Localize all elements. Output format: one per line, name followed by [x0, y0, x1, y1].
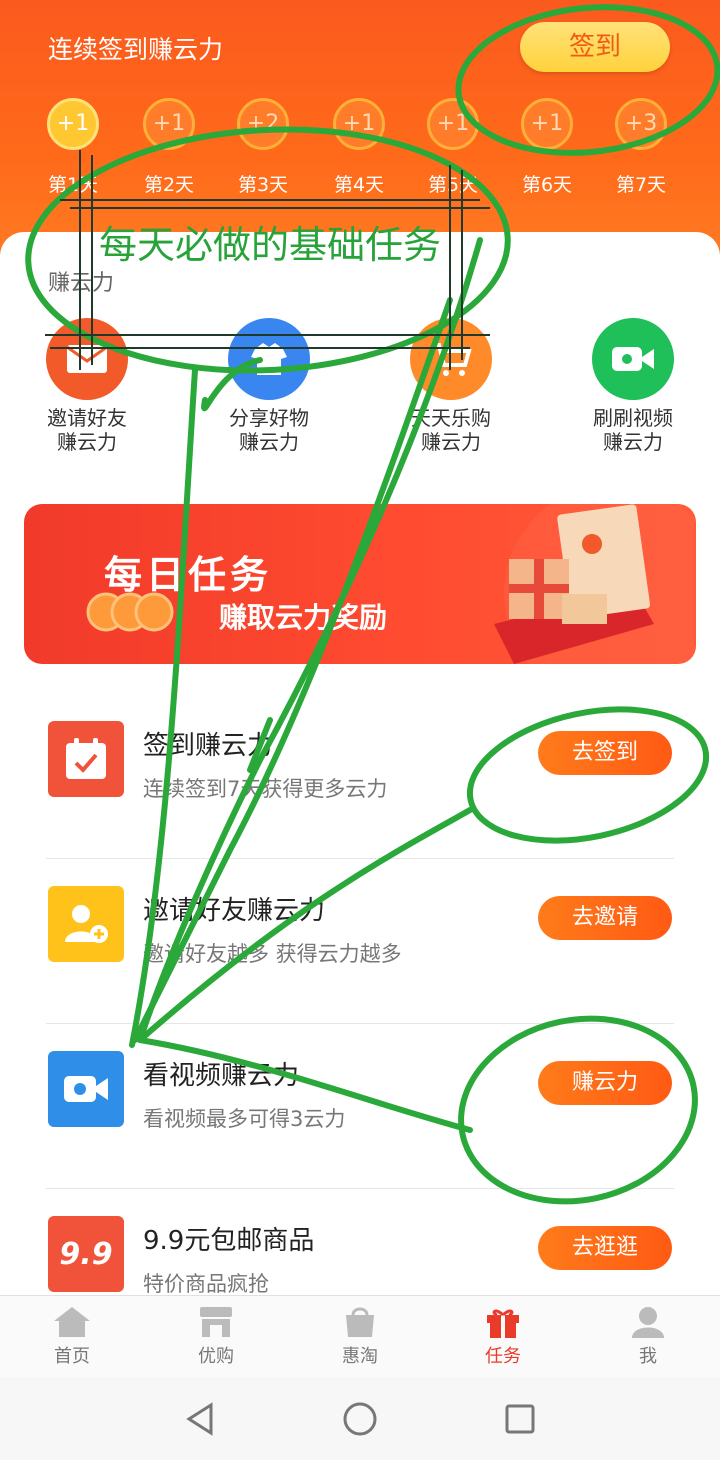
annotation-text: 每天必做的基础任务 [98, 223, 441, 267]
day-4: +1 第4天 [324, 98, 394, 197]
back-icon[interactable] [180, 1401, 220, 1437]
day-7: +3 第7天 [606, 98, 676, 197]
task-desc: 邀请好友越多 获得云力越多 [143, 942, 402, 966]
daily-task-banner[interactable]: 每日任务 赚取云力奖励 [24, 504, 696, 664]
add-user-icon [48, 886, 124, 962]
gift-icon [463, 1302, 543, 1342]
video-icon [48, 1051, 124, 1127]
go-invite-button[interactable]: 去邀请 [538, 896, 672, 940]
banner-subtitle: 赚取云力奖励 [219, 601, 388, 634]
tab-label: 惠淘 [342, 1346, 378, 1367]
task-invite: 邀请好友赚云力 邀请好友越多 获得云力越多 去邀请 [46, 858, 674, 1024]
day-2: +1 第2天 [134, 98, 204, 197]
gift-shirt-icon [228, 318, 310, 400]
tab-home[interactable]: 首页 [32, 1302, 112, 1368]
banner-title: 每日任务 [104, 553, 273, 597]
shortcut-label: 天天乐购 [411, 406, 491, 430]
calendar-icon [48, 721, 124, 797]
shortcut-invite[interactable]: 邀请好友 赚云力 [2, 318, 172, 454]
shortcut-label: 刷刷视频 [593, 406, 673, 430]
mail-icon [46, 318, 128, 400]
task-video: 看视频赚云力 看视频最多可得3云力 赚云力 [46, 1023, 674, 1189]
system-nav-bar [0, 1377, 720, 1460]
shop-icon [320, 1302, 400, 1342]
task-desc: 看视频最多可得3云力 [143, 1107, 346, 1131]
day-label: 第5天 [427, 174, 479, 196]
home-circle-icon[interactable] [340, 1401, 380, 1437]
coin-icon: +1 [47, 98, 99, 150]
shortcut-share[interactable]: 分享好物 赚云力 [184, 318, 354, 454]
gift-box-icon [494, 504, 694, 664]
tab-bar: 首页 优购 惠淘 任务 我 [0, 1295, 720, 1378]
tab-label: 任务 [485, 1346, 521, 1367]
day-label: 第4天 [333, 174, 385, 196]
day-label: 第3天 [237, 174, 289, 196]
shortcut-sublabel: 赚云力 [57, 430, 117, 454]
task-name: 签到赚云力 [143, 731, 274, 761]
day-label: 第7天 [615, 174, 667, 196]
store-icon [176, 1302, 256, 1342]
tab-me[interactable]: 我 [608, 1302, 688, 1368]
price-9-9-icon: 9.9 [48, 1216, 124, 1292]
tab-huitao[interactable]: 惠淘 [320, 1302, 400, 1368]
day-5: +1 第5天 [418, 98, 488, 197]
coin-icon: +1 [143, 98, 195, 150]
coin-icon: +1 [333, 98, 385, 150]
day-1: +1 第1天 [38, 98, 108, 197]
earn-points-button[interactable]: 赚云力 [538, 1061, 672, 1105]
coin-icon: +2 [237, 98, 289, 150]
task-name: 9.9元包邮商品 [143, 1226, 315, 1256]
shortcut-label: 分享好物 [229, 406, 309, 430]
tab-label: 优购 [198, 1346, 234, 1367]
day-label: 第6天 [521, 174, 573, 196]
coin-icon: +3 [615, 98, 667, 150]
shortcut-sublabel: 赚云力 [603, 430, 663, 454]
tab-tasks[interactable]: 任务 [463, 1302, 543, 1368]
task-name: 邀请好友赚云力 [143, 896, 326, 926]
task-name: 看视频赚云力 [143, 1061, 300, 1091]
header-title: 连续签到赚云力 [48, 35, 224, 64]
shortcut-shopping[interactable]: 天天乐购 赚云力 [366, 318, 536, 454]
shortcut-video[interactable]: 刷刷视频 赚云力 [548, 318, 718, 454]
day-6: +1 第6天 [512, 98, 582, 197]
video-icon [592, 318, 674, 400]
go-checkin-button[interactable]: 去签到 [538, 731, 672, 775]
user-icon [608, 1302, 688, 1342]
task-desc: 连续签到7天获得更多云力 [143, 777, 388, 801]
tab-youguo[interactable]: 优购 [176, 1302, 256, 1368]
tab-label: 首页 [54, 1346, 90, 1367]
cart-icon [410, 318, 492, 400]
coin-icon: +1 [521, 98, 573, 150]
coin-icon: +1 [427, 98, 479, 150]
tab-label: 我 [639, 1346, 657, 1367]
home-icon [32, 1302, 112, 1342]
recents-icon[interactable] [500, 1401, 540, 1437]
day-label: 第1天 [47, 174, 99, 196]
shortcut-sublabel: 赚云力 [239, 430, 299, 454]
task-checkin: 签到赚云力 连续签到7天获得更多云力 去签到 [46, 693, 674, 859]
checkin-button[interactable]: 签到 [520, 22, 670, 72]
day-3: +2 第3天 [228, 98, 298, 197]
go-browse-button[interactable]: 去逛逛 [538, 1226, 672, 1270]
shortcut-sublabel: 赚云力 [421, 430, 481, 454]
task-desc: 特价商品疯抢 [143, 1272, 269, 1296]
shortcut-label: 邀请好友 [47, 406, 127, 430]
day-label: 第2天 [143, 174, 195, 196]
